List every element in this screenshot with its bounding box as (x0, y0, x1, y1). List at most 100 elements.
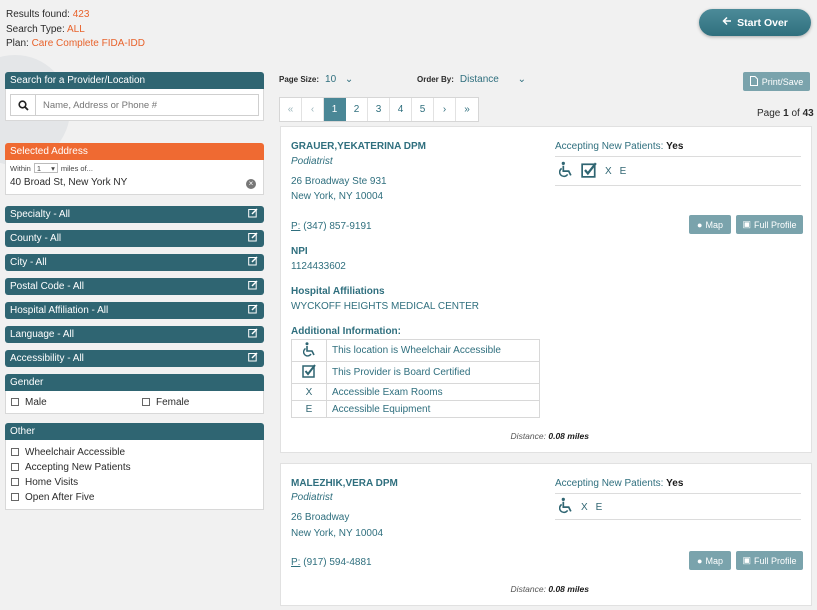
checkbox-icon (291, 361, 327, 384)
checkbox[interactable] (11, 478, 19, 487)
other-open-after-five-option[interactable]: Open After Five (11, 490, 258, 505)
provider-specialty: Podiatrist (291, 492, 333, 503)
filter-language[interactable]: Language - All (5, 326, 264, 343)
page-5-button[interactable]: 5 (412, 98, 434, 121)
edit-icon (248, 352, 258, 365)
miles-label: miles of... (60, 163, 93, 173)
filter-label: Accessibility - All (10, 353, 84, 364)
provider-phone[interactable]: P: (917) 594-4881 (291, 557, 372, 568)
gender-female-option[interactable]: Female (142, 397, 189, 408)
print-save-label: Print/Save (761, 76, 804, 87)
provider-name[interactable]: GRAUER,YEKATERINA DPM (291, 141, 426, 152)
info-text: Accessible Exam Rooms (326, 383, 540, 401)
gender-male-option[interactable]: Male (11, 397, 142, 408)
filter-label: Hospital Affiliation - All (10, 305, 109, 316)
plan-label: Plan: (6, 38, 29, 49)
start-over-label: Start Over (737, 16, 788, 29)
page-1-button[interactable]: 1 (324, 98, 346, 121)
provider-address-line2: New York, NY 10004 (291, 191, 384, 202)
filter-label: City - All (10, 257, 47, 268)
divider (555, 156, 801, 157)
provider-card: GRAUER,YEKATERINA DPM Podiatrist 26 Broa… (280, 126, 812, 453)
provider-name[interactable]: MALEZHIK,VERA DPM (291, 478, 398, 489)
map-pin-icon: ● (697, 219, 703, 230)
filter-label: Language - All (10, 329, 74, 340)
filter-specialty[interactable]: Specialty - All (5, 206, 264, 223)
filter-postal-code[interactable]: Postal Code - All (5, 278, 264, 295)
search-input[interactable] (36, 95, 258, 115)
filter-county[interactable]: County - All (5, 230, 264, 247)
selected-address-panel: Selected Address Within 1 ▾ miles of... 4… (5, 143, 264, 195)
table-row: This Provider is Board Certified (291, 361, 540, 384)
exam-room-code: X (291, 383, 327, 401)
chevron-down-icon: ⌄ (517, 74, 526, 85)
provider-address-line2: New York, NY 10004 (291, 528, 384, 539)
full-profile-button[interactable]: ▣ Full Profile (736, 215, 803, 234)
equipment-code: E (595, 501, 603, 513)
other-wheelchair-option[interactable]: Wheelchair Accessible (11, 445, 258, 460)
gender-panel: Gender Male Female (5, 374, 264, 414)
other-accepting-option[interactable]: Accepting New Patients (11, 460, 258, 475)
checkbox[interactable] (11, 397, 19, 406)
clear-address-icon[interactable]: × (246, 179, 256, 189)
within-label: Within (10, 163, 31, 173)
address-value: 40 Broad St, New York NY (10, 177, 128, 188)
filter-label: County - All (10, 233, 62, 244)
filter-label: Specialty - All (10, 209, 71, 220)
plan-value: Care Complete FIDA-IDD (31, 38, 145, 49)
filter-accessibility[interactable]: Accessibility - All (5, 350, 264, 367)
checkbox[interactable] (11, 493, 19, 502)
filter-label: Postal Code - All (10, 281, 84, 292)
provider-phone[interactable]: P: (347) 857-9191 (291, 221, 372, 232)
arrow-left-icon (722, 16, 732, 29)
table-row: X Accessible Exam Rooms (291, 383, 540, 401)
results-label: Results found: (6, 9, 70, 20)
map-button[interactable]: ● Map (689, 551, 731, 570)
wheelchair-icon (558, 497, 573, 517)
order-by-select[interactable]: Distance ⌄ (460, 74, 526, 85)
page-size-select[interactable]: 10 ⌄ (325, 74, 353, 85)
selected-address-header: Selected Address (5, 143, 264, 160)
provider-specialty: Podiatrist (291, 156, 333, 167)
distance: Distance: 0.08 miles (510, 584, 589, 594)
search-type-value: ALL (66, 23, 85, 35)
document-icon (749, 75, 758, 88)
divider (555, 493, 801, 494)
page-2-button[interactable]: 2 (346, 98, 368, 121)
wheelchair-icon (558, 161, 573, 181)
hospital-affiliations-label: Hospital Affiliations (291, 286, 385, 297)
wheelchair-icon (291, 339, 327, 362)
page-3-button[interactable]: 3 (368, 98, 390, 121)
print-save-button[interactable]: Print/Save (743, 72, 810, 91)
filter-city[interactable]: City - All (5, 254, 264, 271)
map-button[interactable]: ● Map (689, 215, 731, 234)
other-panel: Other Wheelchair Accessible Accepting Ne… (5, 423, 264, 510)
gender-header: Gender (5, 374, 264, 391)
checkbox[interactable] (11, 463, 19, 472)
search-icon[interactable] (11, 95, 36, 115)
page-4-button[interactable]: 4 (390, 98, 412, 121)
accepting-new-patients: Accepting New Patients: Yes (555, 141, 684, 152)
first-page-button[interactable]: « (280, 98, 302, 121)
full-profile-button[interactable]: ▣ Full Profile (736, 551, 803, 570)
filter-hospital-affiliation[interactable]: Hospital Affiliation - All (5, 302, 264, 319)
radius-select[interactable]: 1 ▾ (33, 163, 58, 173)
last-page-button[interactable]: » (456, 98, 478, 121)
start-over-button[interactable]: Start Over (699, 9, 811, 36)
prev-page-button[interactable]: ‹ (302, 98, 324, 121)
divider (555, 185, 801, 186)
checkbox[interactable] (142, 397, 150, 406)
table-row: E Accessible Equipment (291, 400, 540, 418)
page-indicator: Page 1 of 43 (757, 108, 814, 119)
provider-search-panel: Search for a Provider/Location (5, 72, 264, 121)
accessibility-icons: X E (558, 497, 603, 517)
equipment-code: E (619, 165, 627, 177)
edit-icon (248, 280, 258, 293)
chevron-down-icon: ▾ (51, 163, 55, 173)
order-by-label: Order By: (417, 75, 454, 84)
checkbox[interactable] (11, 448, 19, 457)
chevron-down-icon: ⌄ (344, 74, 354, 85)
other-home-visits-option[interactable]: Home Visits (11, 475, 258, 490)
other-header: Other (5, 423, 264, 440)
next-page-button[interactable]: › (434, 98, 456, 121)
